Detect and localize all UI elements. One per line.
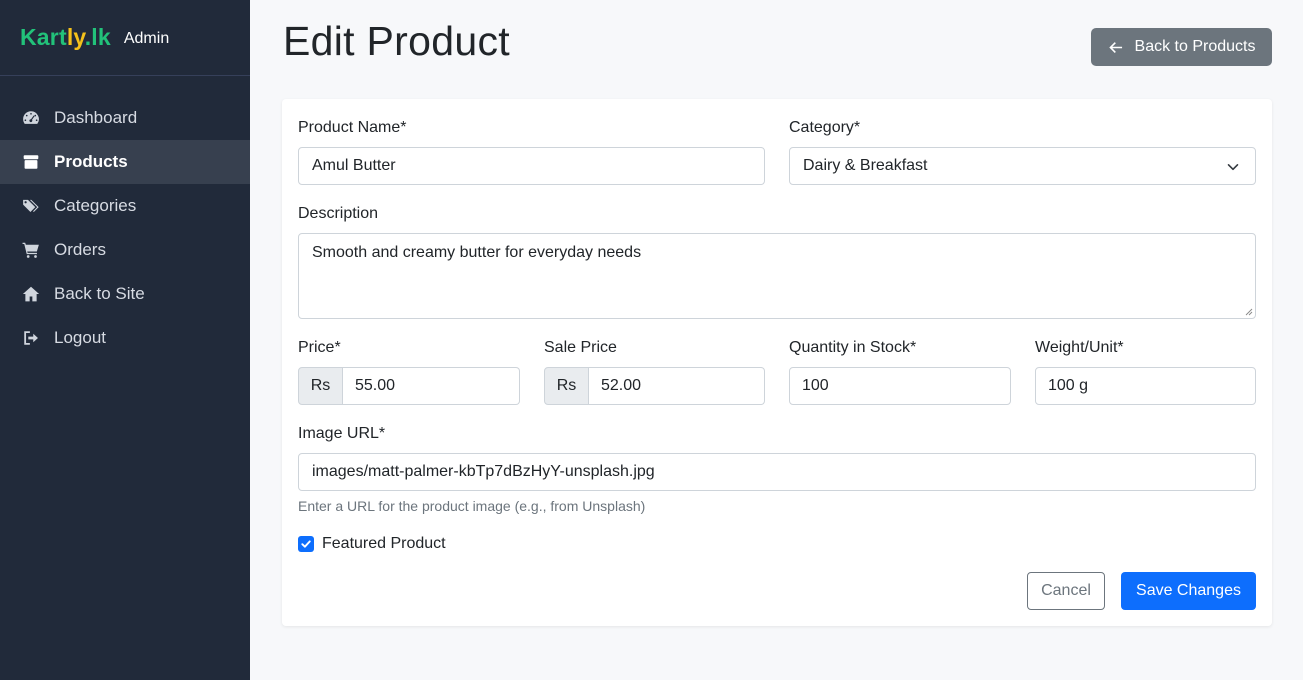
quantity-value: 100 <box>802 377 829 394</box>
sidebar-nav: Dashboard Products Categories Orders Bac… <box>0 96 250 360</box>
home-icon <box>21 285 40 304</box>
product-name-input[interactable]: Amul Butter <box>298 147 765 185</box>
image-url-input[interactable]: images/matt-palmer-kbTp7dBzHyY-unsplash.… <box>298 453 1256 491</box>
image-url-help-text: Enter a URL for the product image (e.g.,… <box>298 498 646 514</box>
sidebar: Kartly.lk Admin Dashboard Products Categ… <box>0 0 250 680</box>
description-value: Smooth and creamy butter for everyday ne… <box>312 244 642 261</box>
sale-price-value: 52.00 <box>601 377 642 394</box>
brand-logo-part2: ly <box>66 24 85 50</box>
sidebar-item-label: Back to Site <box>54 284 145 303</box>
brand-logo-part1: Kart <box>20 24 67 50</box>
sidebar-item-label: Categories <box>54 196 137 215</box>
price-input-group: Rs 55.00 <box>298 367 520 405</box>
sidebar-item-categories[interactable]: Categories <box>0 184 250 228</box>
quantity-input[interactable]: 100 <box>789 367 1011 405</box>
page-title: Edit Product <box>283 18 510 64</box>
category-value: Dairy & Breakfast <box>803 157 928 174</box>
sale-price-input[interactable]: 52.00 <box>589 367 765 405</box>
sale-price-input-group: Rs 52.00 <box>544 367 765 405</box>
sale-price-currency-prefix: Rs <box>544 367 589 405</box>
price-value: 55.00 <box>355 377 396 394</box>
featured-checkbox[interactable] <box>298 536 314 552</box>
speedometer-icon <box>21 109 40 128</box>
sidebar-item-label: Orders <box>54 240 106 259</box>
quantity-label: Quantity in Stock* <box>789 339 917 356</box>
brand-subtitle: Admin <box>123 29 170 47</box>
check-icon <box>301 540 311 548</box>
cancel-button[interactable]: Cancel <box>1027 572 1105 610</box>
weight-label: Weight/Unit* <box>1035 339 1124 356</box>
edit-product-form: Product Name* Amul Butter Category* Dair… <box>282 99 1272 626</box>
featured-label[interactable]: Featured Product <box>322 535 446 553</box>
brand: Kartly.lk Admin <box>0 0 250 76</box>
sidebar-item-orders[interactable]: Orders <box>0 228 250 272</box>
sale-price-label: Sale Price <box>544 339 617 356</box>
tags-icon <box>21 197 40 216</box>
description-textarea[interactable]: Smooth and creamy butter for everyday ne… <box>298 233 1256 319</box>
sidebar-item-dashboard[interactable]: Dashboard <box>0 96 250 140</box>
sidebar-item-label: Dashboard <box>54 108 138 127</box>
sidebar-item-label: Logout <box>54 328 106 347</box>
image-url-value: images/matt-palmer-kbTp7dBzHyY-unsplash.… <box>312 463 655 480</box>
sidebar-item-back-to-site[interactable]: Back to Site <box>0 272 250 316</box>
category-label: Category* <box>789 119 861 136</box>
price-label: Price* <box>298 339 341 356</box>
price-input[interactable]: 55.00 <box>343 367 520 405</box>
weight-input[interactable]: 100 g <box>1035 367 1256 405</box>
brand-logo-part3: .lk <box>84 24 111 50</box>
logout-icon <box>21 329 40 348</box>
category-select[interactable]: Dairy & Breakfast <box>789 147 1256 185</box>
brand-logo[interactable]: Kartly.lk <box>20 24 111 51</box>
image-url-label: Image URL* <box>298 425 386 442</box>
sidebar-item-products[interactable]: Products <box>0 140 250 184</box>
chevron-down-icon <box>1227 164 1239 171</box>
box-icon <box>21 153 40 172</box>
back-button-label: Back to Products <box>1134 38 1256 55</box>
weight-value: 100 g <box>1048 377 1089 394</box>
price-currency-prefix: Rs <box>298 367 343 405</box>
arrow-left-icon <box>1108 41 1122 53</box>
product-name-label: Product Name* <box>298 119 407 136</box>
sidebar-item-logout[interactable]: Logout <box>0 316 250 360</box>
resize-handle-icon[interactable] <box>1245 308 1253 316</box>
back-to-products-button[interactable]: Back to Products <box>1091 28 1272 66</box>
product-name-value: Amul Butter <box>312 157 396 174</box>
description-label: Description <box>298 205 379 222</box>
cart-icon <box>21 241 40 260</box>
sidebar-item-label: Products <box>54 152 128 171</box>
save-changes-button[interactable]: Save Changes <box>1121 572 1256 610</box>
